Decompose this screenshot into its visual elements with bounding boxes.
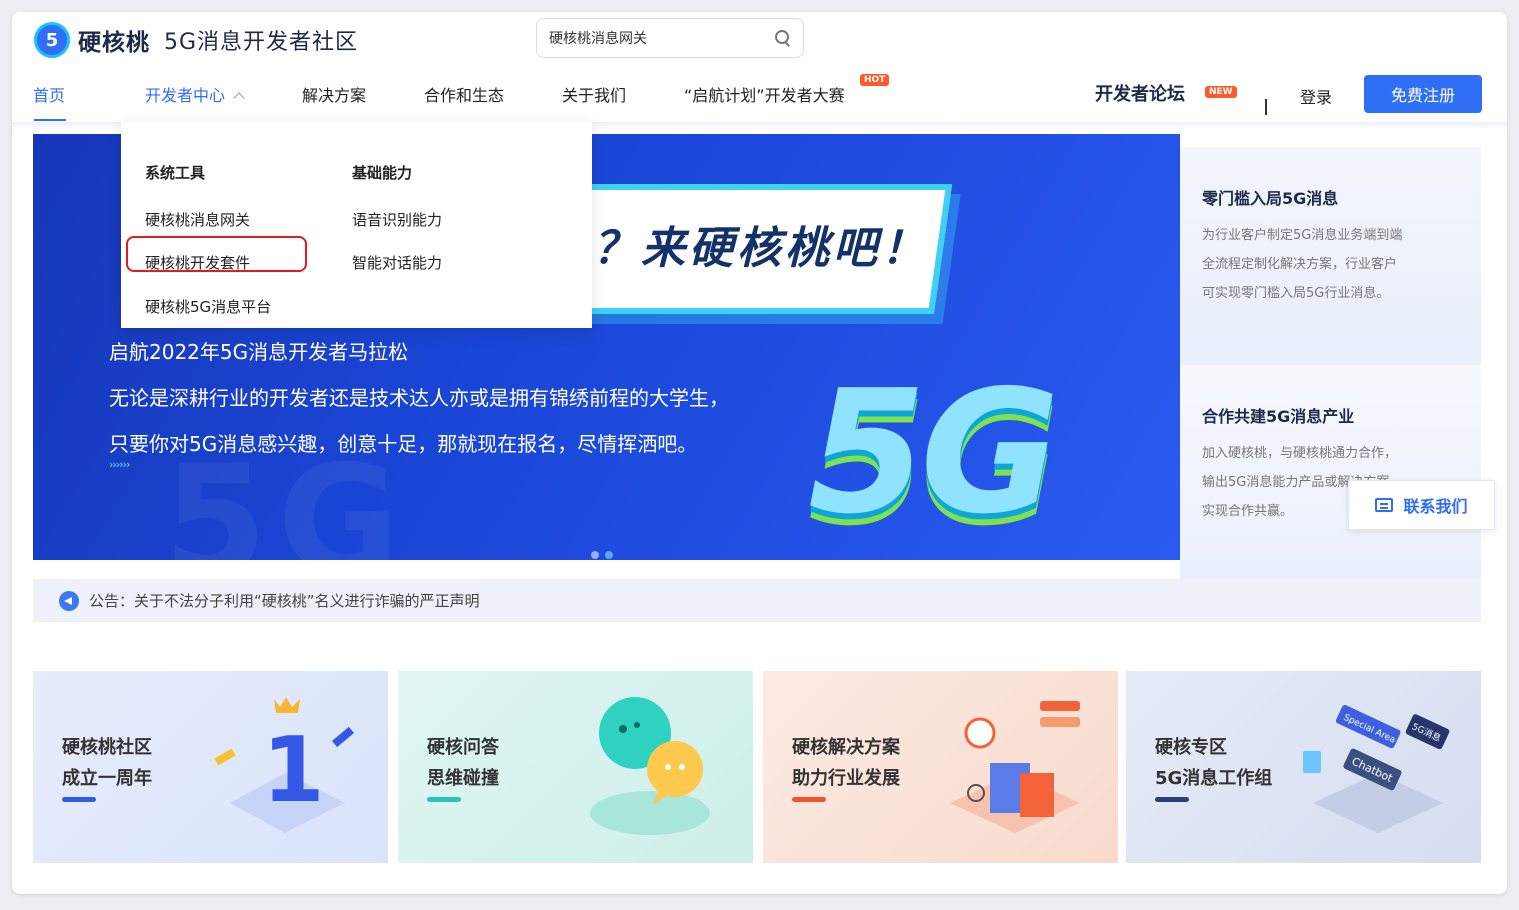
chat-bubbles-illustration: [590, 697, 710, 835]
tile-title: 硬核专区: [1155, 737, 1227, 758]
chevron-up-icon: [233, 92, 245, 104]
dropdown-item-devkit[interactable]: 硬核桃开发套件: [145, 252, 250, 273]
dropdown-item-speech[interactable]: 语音识别能力: [352, 209, 442, 230]
tile-subtitle: 成立一周年: [62, 768, 152, 789]
tile-title: 硬核问答: [427, 737, 499, 758]
tile-qa[interactable]: 硬核问答 思维碰撞: [398, 671, 753, 863]
browser-page: 5 硬核桃 5G消息开发者社区 首页 开发者中心 解决方案 合作和生态 关于我们…: [12, 12, 1507, 894]
tile-subtitle: 助力行业发展: [792, 768, 900, 789]
tile-accent-bar: [427, 797, 461, 802]
side-card-line: 加入硬核桃，与硬核桃通力合作，: [1202, 446, 1398, 461]
nav-developer-center[interactable]: 开发者中心: [145, 82, 245, 106]
side-card-text: 为行业客户制定5G消息业务端到端 全流程定制化解决方案，行业客户 可实现零门槛入…: [1202, 221, 1442, 308]
chat-icon: [1375, 498, 1394, 512]
contact-label: 联系我们: [1403, 497, 1468, 516]
tile-title: 硬核解决方案: [792, 737, 900, 758]
announcement-text: 公告：关于不法分子利用“硬核桃”名义进行诈骗的严正声明: [89, 592, 480, 610]
side-card-line: 为行业客户制定5G消息业务端到端: [1202, 228, 1403, 243]
search-icon[interactable]: [775, 30, 791, 46]
contact-us-button[interactable]: 联系我们: [1348, 480, 1495, 530]
tile-subtitle: 思维碰撞: [427, 768, 499, 789]
side-card-zero-threshold[interactable]: 零门槛入局5G消息 为行业客户制定5G消息业务端到端 全流程定制化解决方案，行业…: [1180, 147, 1481, 365]
special-area-cards-illustration: Special Area Chatbot 5G消息: [1303, 704, 1450, 833]
search-box: [536, 18, 804, 58]
tile-subtitle: 5G消息工作组: [1155, 768, 1273, 789]
shopping-illustration: [950, 701, 1080, 833]
carousel-dot-1[interactable]: [591, 551, 599, 559]
banner-line-1: 无论是深耕行业的开发者还是技术达人亦或是拥有锦绣前程的大学生，: [109, 386, 729, 410]
dropdown-col1-title: 系统工具: [145, 164, 206, 182]
side-card-cooperation[interactable]: 合作共建5G消息产业 加入硬核桃，与硬核桃通力合作， 输出5G消息能力产品或解决…: [1180, 365, 1481, 580]
tile-anniversary[interactable]: 硬核桃社区 成立一周年 1: [33, 671, 388, 863]
dropdown-item-gateway[interactable]: 硬核桃消息网关: [145, 209, 250, 230]
signup-button[interactable]: 免费注册: [1364, 75, 1482, 113]
carousel-dots: [591, 544, 619, 560]
arrows-icon: ››››››: [109, 458, 130, 471]
nav-forum[interactable]: 开发者论坛: [1095, 80, 1185, 106]
main-nav: 首页 开发者中心 解决方案 合作和生态 关于我们 “启航计划”开发者大赛 HOT…: [12, 74, 1507, 122]
side-card-line: 全流程定制化解决方案，行业客户: [1202, 257, 1398, 272]
tile-accent-bar: [62, 797, 96, 802]
carousel-dot-2[interactable]: [605, 551, 613, 559]
logo-icon: 5: [34, 22, 70, 58]
tile-special-area[interactable]: 硬核专区 5G消息工作组 Special Area Chatbot 5G消息: [1126, 671, 1481, 863]
nav-developer-center-label: 开发者中心: [145, 86, 226, 105]
side-card-title: 零门槛入局5G消息: [1202, 189, 1339, 208]
banner-title: 启航2022年5G消息开发者马拉松: [109, 340, 409, 364]
developer-center-dropdown: 系统工具 硬核桃消息网关 硬核桃开发套件 硬核桃5G消息平台 基础能力 语音识别…: [121, 122, 592, 328]
announcement-bar[interactable]: 公告：关于不法分子利用“硬核桃”名义进行诈骗的严正声明: [33, 579, 1481, 622]
site-logo[interactable]: 5 硬核桃 5G消息开发者社区: [34, 22, 358, 58]
brand-name: 硬核桃: [78, 30, 150, 56]
nav-divider: [1265, 99, 1267, 115]
nav-about[interactable]: 关于我们: [562, 82, 626, 106]
nav-home[interactable]: 首页: [33, 82, 65, 106]
site-subtitle: 5G消息开发者社区: [164, 30, 359, 55]
tile-accent-bar: [792, 797, 826, 802]
side-card-line: 可实现零门槛入局5G行业消息。: [1202, 286, 1390, 301]
dropdown-item-dialog[interactable]: 智能对话能力: [352, 252, 442, 273]
banner-slogan: ？来硬核桃吧！: [593, 223, 929, 274]
banner-5g-illustration: 5G: [808, 354, 1060, 552]
hot-badge: HOT: [860, 74, 890, 86]
nav-ecosystem[interactable]: 合作和生态: [424, 82, 504, 106]
tile-title: 硬核桃社区: [62, 737, 152, 758]
active-nav-underline: [34, 119, 66, 121]
number-one-text: 1: [262, 718, 325, 823]
side-card-title: 合作共建5G消息产业: [1202, 407, 1355, 426]
nav-solutions[interactable]: 解决方案: [302, 82, 366, 106]
banner-line-2: 只要你对5G消息感兴趣，创意十足，那就现在报名，尽情挥洒吧。: [109, 432, 698, 456]
new-badge: NEW: [1205, 86, 1237, 98]
tile-solutions[interactable]: 硬核解决方案 助力行业发展: [763, 671, 1118, 863]
trophy-number-one-illustration: 1: [214, 697, 354, 833]
login-link[interactable]: 登录: [1300, 84, 1332, 108]
tile-accent-bar: [1155, 797, 1189, 802]
nav-contest[interactable]: “启航计划”开发者大赛: [684, 82, 845, 106]
dropdown-col2-title: 基础能力: [352, 164, 413, 182]
search-input[interactable]: [549, 30, 775, 46]
dropdown-item-platform[interactable]: 硬核桃5G消息平台: [145, 296, 271, 317]
announcement-icon: [59, 590, 79, 611]
